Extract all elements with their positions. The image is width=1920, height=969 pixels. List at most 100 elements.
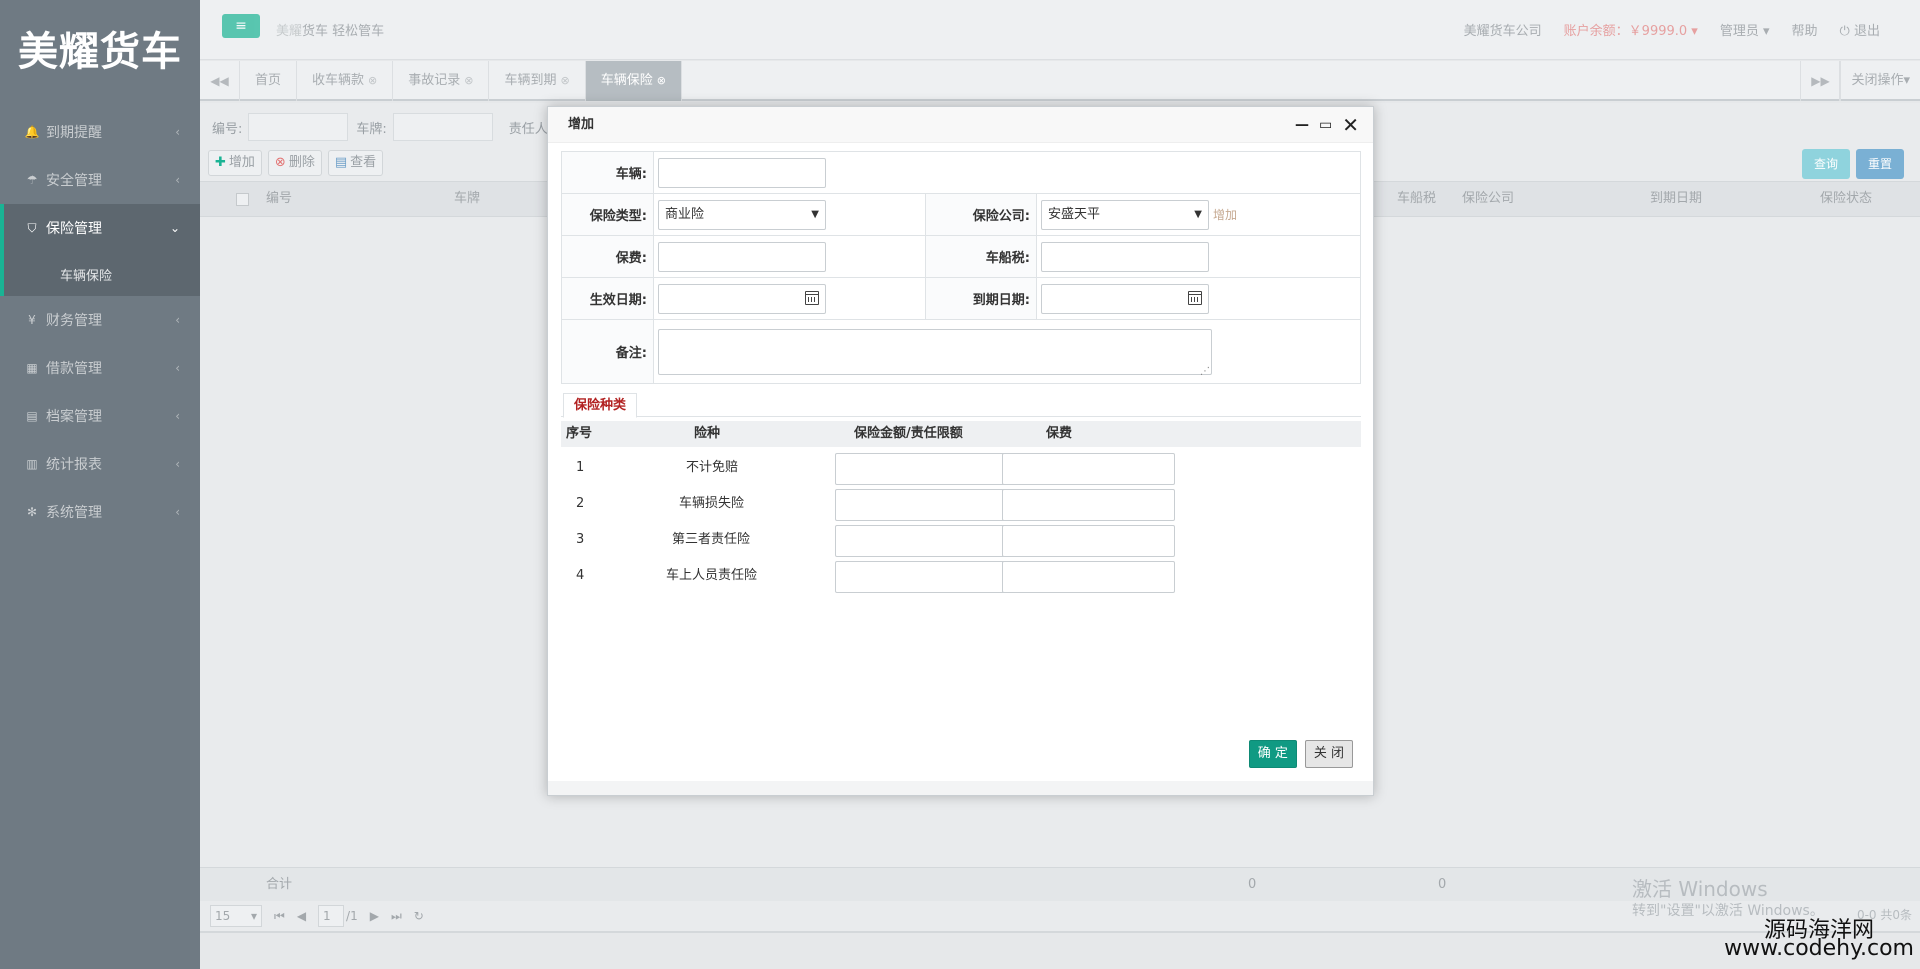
- calendar-icon[interactable]: [1188, 290, 1202, 305]
- dialog-buttons: 确 定 关 闭: [1248, 740, 1353, 768]
- end-date-input[interactable]: [1041, 283, 1209, 314]
- premium-input[interactable]: [1002, 489, 1175, 521]
- premium-input[interactable]: [1002, 561, 1175, 593]
- premium-label: 保费:: [561, 235, 654, 278]
- tab-payments[interactable]: 收车辆款 ⊗: [297, 61, 394, 101]
- shield-icon: ⛉: [27, 220, 37, 235]
- sidebar-item-archive[interactable]: ▤ 档案管理 ‹: [0, 392, 200, 440]
- total-pages: /1: [346, 909, 358, 923]
- premium-input[interactable]: [1002, 525, 1175, 557]
- sidebar-item-label: 统计报表: [46, 457, 102, 473]
- first-page-icon[interactable]: ⏮: [274, 909, 285, 924]
- balance-text: 账户余额：￥9999.0: [1563, 24, 1688, 39]
- add-button[interactable]: ✚ 增加: [208, 150, 262, 176]
- close-icon[interactable]: ✕: [1342, 107, 1359, 143]
- delete-button[interactable]: ⊗ 删除: [267, 150, 322, 176]
- close-icon[interactable]: ⊗: [561, 74, 570, 87]
- tab-accidents[interactable]: 事故记录 ⊗: [393, 61, 490, 101]
- slogan-brand: 美耀: [276, 24, 303, 39]
- view-label: 查看: [350, 155, 377, 170]
- sidebar-subitem-vehicle-insurance[interactable]: 车辆保险: [0, 252, 200, 296]
- start-date-input[interactable]: [658, 283, 826, 314]
- menu-toggle-button[interactable]: ≡: [222, 14, 260, 38]
- insurance-company-select[interactable]: 安盛天平 ▼: [1041, 199, 1209, 230]
- vessel-tax-label: 车船税:: [925, 235, 1037, 278]
- logout-link[interactable]: ⏻ 退出: [1840, 20, 1880, 39]
- insurance-kind-table-header: 序号 险种 保险金额/责任限额 保费: [561, 421, 1361, 447]
- tab-right-controls: ▶▶ 关闭操作▾: [1800, 61, 1920, 101]
- view-button[interactable]: ▤ 查看: [327, 150, 384, 176]
- premium-input[interactable]: [1002, 453, 1175, 485]
- page-number-input[interactable]: 1: [318, 905, 345, 927]
- sidebar: 美耀货车 🔔 到期提醒 ‹ ☂ 安全管理 ‹ ⛉ 保险管理 ⌄ 车辆保险 ¥ 财…: [0, 0, 200, 969]
- tab-scroll-right-button[interactable]: ▶▶: [1800, 61, 1841, 101]
- tab-label: 车辆到期: [504, 73, 557, 88]
- vehicle-input[interactable]: [658, 157, 826, 188]
- premium-input[interactable]: [658, 241, 826, 272]
- next-page-icon[interactable]: ▶: [370, 909, 379, 923]
- amount-input[interactable]: [835, 489, 1008, 521]
- close-button[interactable]: 关 闭: [1304, 740, 1353, 768]
- column-header[interactable]: 编号: [266, 182, 292, 218]
- query-button[interactable]: 查询: [1802, 149, 1850, 179]
- close-icon[interactable]: ⊗: [657, 74, 666, 87]
- remark-textarea[interactable]: [658, 328, 1212, 377]
- hamburger-icon: ≡: [235, 18, 247, 34]
- tab-expiry[interactable]: 车辆到期 ⊗: [489, 61, 586, 101]
- bottom-bar: [200, 931, 1920, 969]
- close-operations-dropdown[interactable]: 关闭操作▾: [1840, 61, 1920, 101]
- insurance-kind-tabs: 保险种类: [561, 391, 1361, 418]
- column-header[interactable]: 保险状态: [1820, 182, 1872, 218]
- vessel-tax-input[interactable]: [1041, 241, 1209, 272]
- amount-input[interactable]: [835, 525, 1008, 557]
- plate-input[interactable]: [392, 113, 493, 141]
- column-header: 险种: [694, 426, 721, 441]
- help-link[interactable]: 帮助: [1792, 20, 1818, 39]
- plus-icon: ✚: [215, 155, 226, 170]
- header-right: 美耀货车公司 账户余额：￥9999.0 ▾ 管理员 ▾ 帮助 ⏻ 退出: [1464, 20, 1880, 39]
- reset-button[interactable]: 重置: [1856, 149, 1904, 179]
- amount-input[interactable]: [835, 453, 1008, 485]
- maximize-icon[interactable]: ▭: [1319, 107, 1332, 143]
- tab-vehicle-insurance[interactable]: 车辆保险 ⊗: [585, 61, 682, 101]
- column-header[interactable]: 车船税: [1397, 182, 1436, 218]
- sidebar-item-finance[interactable]: ¥ 财务管理 ‹: [0, 296, 200, 344]
- sidebar-item-safety[interactable]: ☂ 安全管理 ‹: [0, 156, 200, 204]
- refresh-icon[interactable]: ↻: [414, 909, 424, 923]
- confirm-button[interactable]: 确 定: [1248, 740, 1297, 768]
- user-menu[interactable]: 管理员 ▾: [1720, 20, 1770, 39]
- code-input[interactable]: [248, 113, 349, 141]
- dialog-title-bar: 增加 — ▭ ✕: [548, 107, 1373, 143]
- tab-scroll-left-button[interactable]: ◀◀: [200, 61, 240, 101]
- insurance-kind: 车上人员责任险: [666, 568, 758, 583]
- toolbar: ✚ 增加 ⊗ 删除 ▤ 查看: [208, 150, 384, 176]
- add-company-link[interactable]: 增加: [1213, 208, 1237, 222]
- prev-page-icon[interactable]: ◀: [297, 909, 306, 923]
- close-icon[interactable]: ⊗: [464, 74, 473, 87]
- tab-insurance-kinds[interactable]: 保险种类: [563, 393, 638, 418]
- amount-input[interactable]: [835, 561, 1008, 593]
- column-header[interactable]: 保险公司: [1462, 182, 1514, 218]
- sidebar-item-expiry-reminder[interactable]: 🔔 到期提醒 ‹: [0, 108, 200, 156]
- select-all-checkbox[interactable]: [236, 193, 249, 206]
- close-icon[interactable]: ⊗: [368, 74, 377, 87]
- sidebar-item-loan[interactable]: ▦ 借款管理 ‹: [0, 344, 200, 392]
- account-balance[interactable]: 账户余额：￥9999.0 ▾: [1564, 20, 1698, 39]
- page-size-select[interactable]: 15: [210, 905, 262, 927]
- tab-label: 首页: [255, 73, 282, 88]
- column-header[interactable]: 到期日期: [1650, 182, 1702, 218]
- footer-sum: 0: [1438, 877, 1447, 892]
- sidebar-item-system[interactable]: ✻ 系统管理 ‹: [0, 488, 200, 536]
- last-page-icon[interactable]: ⏭: [391, 909, 402, 924]
- minimize-icon[interactable]: —: [1295, 107, 1309, 143]
- calendar-icon[interactable]: [805, 290, 819, 305]
- sidebar-item-label: 财务管理: [46, 313, 102, 329]
- tab-home[interactable]: 首页: [240, 61, 298, 101]
- insurance-type-select[interactable]: 商业险 ▼: [658, 199, 826, 230]
- column-header[interactable]: 车牌: [454, 182, 480, 218]
- end-date-label: 到期日期:: [925, 277, 1037, 320]
- sidebar-item-label: 系统管理: [46, 505, 102, 521]
- company-name: 美耀货车公司: [1463, 24, 1542, 39]
- sidebar-item-reports[interactable]: ▥ 统计报表 ‹: [0, 440, 200, 488]
- sidebar-item-insurance[interactable]: ⛉ 保险管理 ⌄: [0, 204, 200, 252]
